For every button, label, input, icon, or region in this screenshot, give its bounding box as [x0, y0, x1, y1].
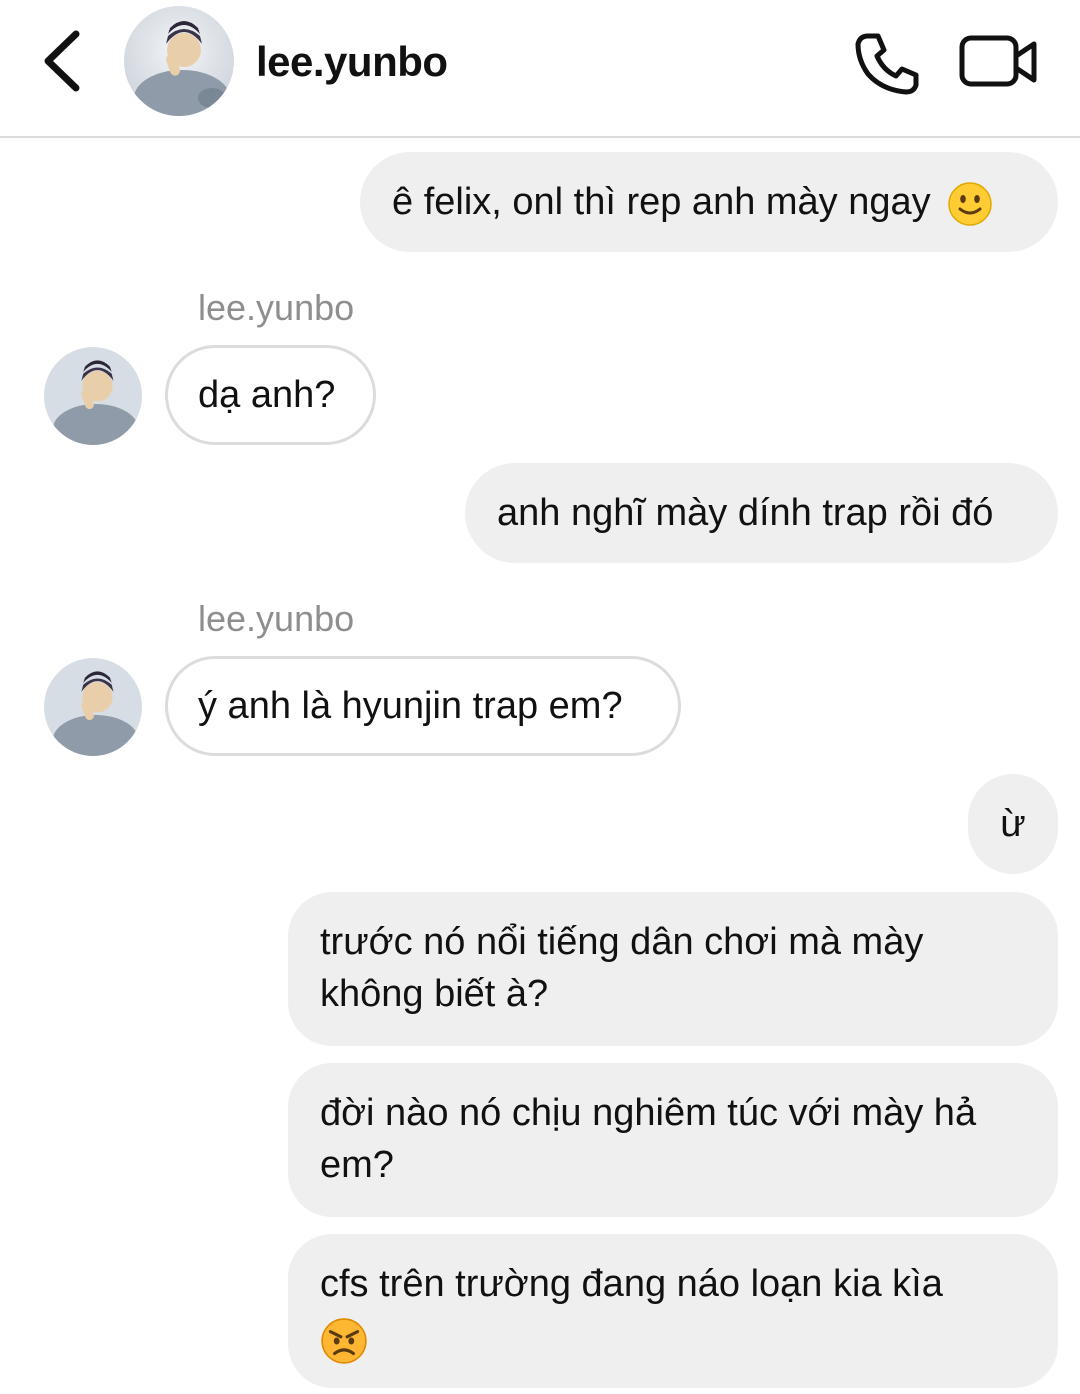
message-text-line: đời nào nó chịu nghiêm túc với mày hả: [320, 1092, 977, 1134]
message-text-line: không biết à?: [320, 973, 549, 1015]
avatar[interactable]: [44, 658, 142, 756]
message-text: ừ: [1000, 803, 1026, 845]
video-camera-icon: [959, 35, 1037, 87]
slightly-smiling-face-emoji: [947, 181, 993, 227]
angry-face-emoji: [320, 1317, 368, 1365]
chat-header: lee.yunbo: [0, 0, 1080, 138]
outgoing-message[interactable]: anh nghĩ mày dính trap rồi đó: [465, 463, 1058, 563]
avatar[interactable]: [44, 347, 142, 445]
voice-call-button[interactable]: [852, 30, 922, 96]
message-text: anh nghĩ mày dính trap rồi đó: [497, 492, 994, 534]
message-text-line: cfs trên trường đang náo loạn kia kìa: [320, 1263, 943, 1305]
back-chevron-icon: [44, 30, 80, 92]
message-text: ý anh là hyunjin trap em?: [198, 685, 623, 727]
outgoing-message[interactable]: cfs trên trường đang náo loạn kia kìa: [288, 1234, 1058, 1388]
sender-label: lee.yunbo: [198, 598, 355, 639]
outgoing-message[interactable]: trước nó nổi tiếng dân chơi mà mày không…: [288, 892, 1058, 1046]
message-text-line: em?: [320, 1144, 394, 1186]
message-text: ê felix, onl thì rep anh mày ngay: [392, 181, 931, 223]
message-text-line: trước nó nổi tiếng dân chơi mà mày: [320, 921, 924, 963]
back-button[interactable]: [38, 28, 90, 94]
sender-label: lee.yunbo: [198, 287, 355, 328]
phone-icon: [855, 33, 919, 95]
outgoing-message[interactable]: ê felix, onl thì rep anh mày ngay: [360, 152, 1058, 252]
outgoing-message[interactable]: đời nào nó chịu nghiêm túc với mày hả em…: [288, 1063, 1058, 1217]
contact-name[interactable]: lee.yunbo: [256, 36, 448, 88]
video-call-button[interactable]: [958, 32, 1040, 92]
message-text: dạ anh?: [198, 374, 336, 416]
incoming-message[interactable]: ý anh là hyunjin trap em?: [165, 656, 681, 756]
outgoing-message[interactable]: ừ: [968, 774, 1058, 874]
incoming-message[interactable]: dạ anh?: [165, 345, 376, 445]
avatar[interactable]: [124, 6, 234, 116]
